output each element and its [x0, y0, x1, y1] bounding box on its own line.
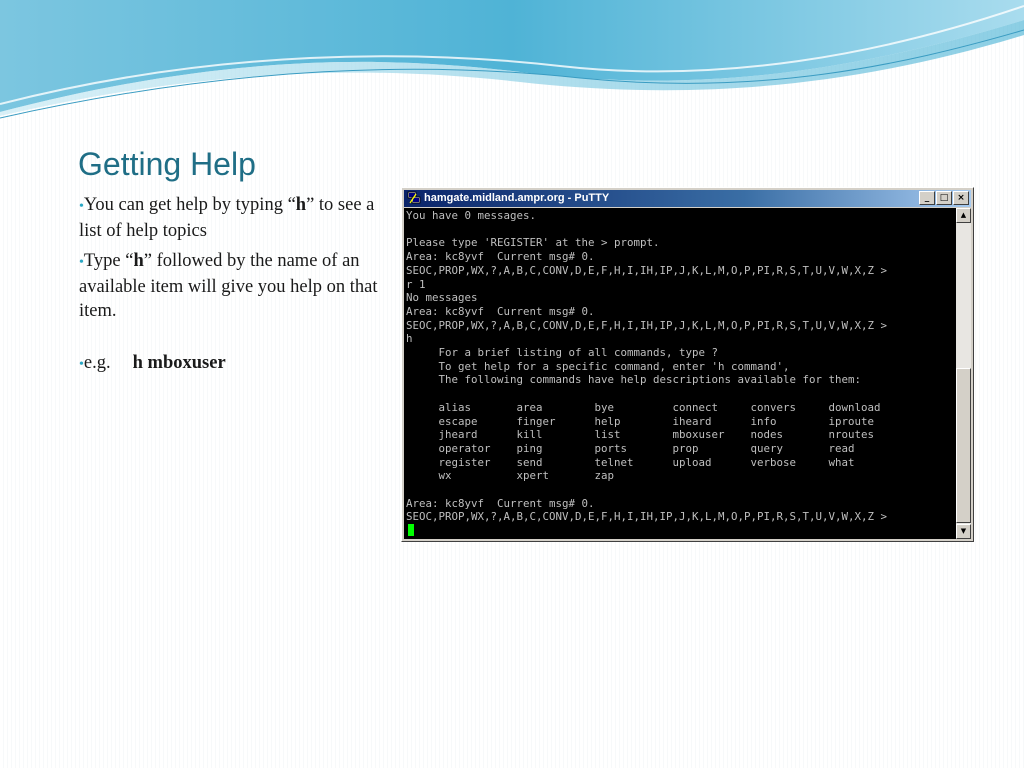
bullet-text: You can get help by typing “ [83, 195, 296, 215]
scrollbar-thumb[interactable] [956, 368, 971, 523]
bullet-item-help-topics: •You can get help by typing “h” to see a… [79, 193, 384, 243]
window-controls: _ □ × [918, 191, 969, 205]
bullet-key: h [295, 195, 307, 215]
vertical-scrollbar[interactable]: ▲ ▼ [956, 208, 971, 539]
putty-app-icon[interactable] [407, 191, 421, 205]
slide-title: Getting Help [78, 146, 256, 182]
bullet-key: h [133, 251, 144, 271]
bullet-text: Type “ [83, 251, 134, 271]
putty-window: hamgate.midland.ampr.org - PuTTY _ □ × You… [401, 187, 974, 542]
bullet-item-example: •e.g. h mboxuser [79, 351, 384, 377]
example-command: h mboxuser [132, 353, 226, 373]
window-titlebar[interactable]: hamgate.midland.ampr.org - PuTTY _ □ × [404, 190, 971, 207]
minimize-button[interactable]: _ [919, 191, 935, 205]
terminal-output-text: You have 0 messages. Please type 'REGIST… [406, 209, 888, 524]
bullet-item-item-help: •Type “h” followed by the name of an ava… [79, 249, 384, 323]
example-label: e.g. [83, 353, 111, 373]
scroll-up-arrow-icon[interactable]: ▲ [956, 208, 971, 223]
bullet-list: •You can get help by typing “h” to see a… [79, 193, 384, 383]
terminal-screen[interactable]: You have 0 messages. Please type 'REGIST… [404, 208, 957, 539]
header-wave-decoration [0, 0, 1024, 119]
terminal-cursor [408, 524, 414, 537]
close-button[interactable]: × [953, 191, 969, 205]
terminal-output: You have 0 messages. Please type 'REGIST… [404, 208, 957, 538]
scroll-down-arrow-icon[interactable]: ▼ [956, 524, 971, 539]
window-title: hamgate.midland.ampr.org - PuTTY [424, 192, 610, 204]
maximize-button[interactable]: □ [936, 191, 952, 205]
